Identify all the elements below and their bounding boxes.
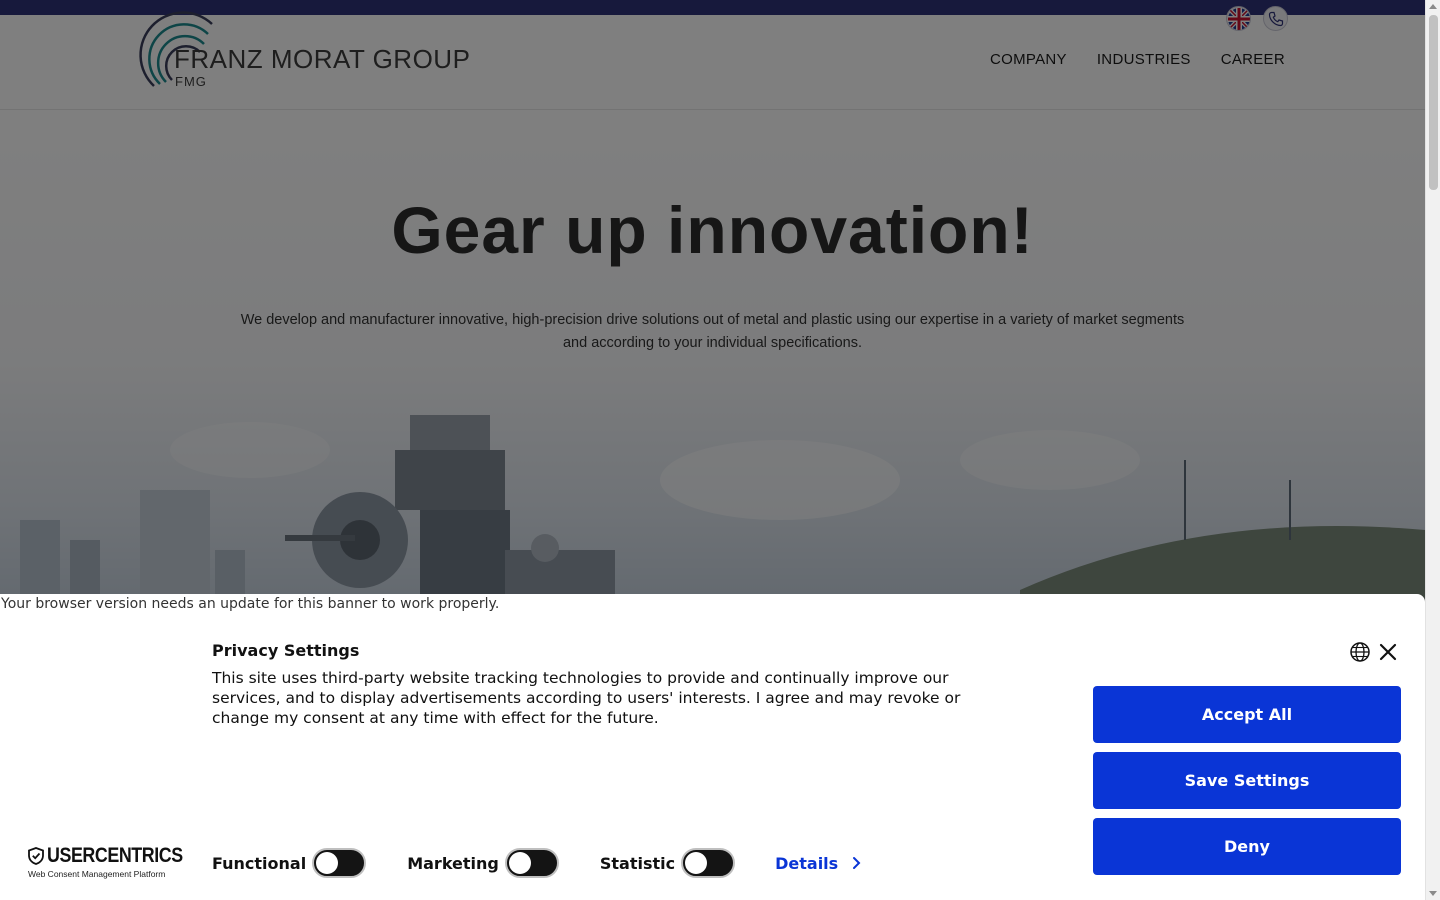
scroll-up-icon[interactable] — [1429, 4, 1437, 9]
switch-knob — [508, 852, 531, 874]
consent-banner: Your browser version needs an update for… — [0, 594, 1425, 900]
deny-button[interactable]: Deny — [1093, 818, 1401, 875]
marketing-switch[interactable] — [504, 848, 559, 878]
consent-toggles: Functional Marketing Statistic Details — [212, 848, 862, 878]
toggle-label-functional: Functional — [212, 853, 307, 873]
close-icon[interactable] — [1377, 641, 1399, 663]
details-label: Details — [775, 853, 839, 873]
toggle-label-statistic: Statistic — [599, 853, 676, 873]
usercentrics-brand[interactable]: USERCENTRICS Web Consent Management Plat… — [28, 844, 207, 879]
functional-switch[interactable] — [312, 848, 367, 878]
toggle-statistic: Statistic — [599, 848, 736, 878]
toggle-functional: Functional — [212, 848, 367, 878]
banner-text: This site uses third-party website track… — [212, 669, 961, 727]
brand-row: USERCENTRICS — [28, 844, 207, 868]
brand-name: USERCENTRICS — [47, 844, 183, 867]
scroll-down-icon[interactable] — [1429, 891, 1437, 896]
scroll-thumb[interactable] — [1429, 15, 1438, 190]
shield-icon — [28, 847, 44, 865]
scrollbar[interactable] — [1425, 0, 1440, 900]
banner-title: Privacy Settings — [212, 641, 360, 660]
globe-icon[interactable] — [1349, 641, 1371, 663]
chevron-right-icon — [853, 857, 861, 869]
statistic-switch[interactable] — [681, 848, 736, 878]
details-link[interactable]: Details — [775, 854, 862, 873]
switch-knob — [316, 852, 339, 874]
switch-knob — [685, 852, 708, 874]
save-settings-button[interactable]: Save Settings — [1093, 752, 1401, 809]
accept-all-button[interactable]: Accept All — [1093, 686, 1401, 743]
toggle-marketing: Marketing — [407, 848, 559, 878]
toggle-label-marketing: Marketing — [407, 853, 499, 873]
brand-sub: Web Consent Management Platform — [28, 869, 166, 879]
browser-warning: Your browser version needs an update for… — [1, 596, 500, 612]
